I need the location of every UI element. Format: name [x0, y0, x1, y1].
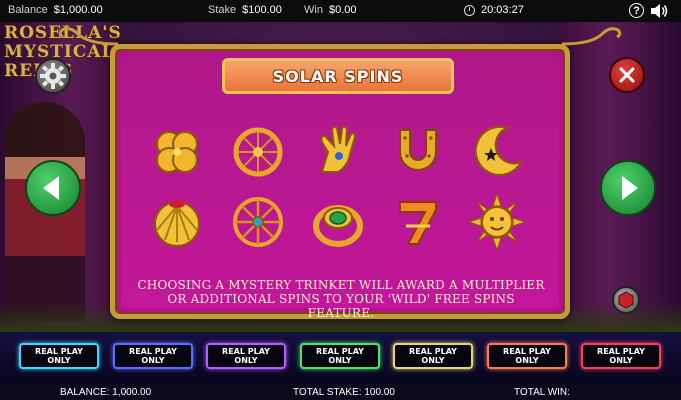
footer-win-label: TOTAL WIN: — [514, 387, 570, 398]
gear-icon — [40, 63, 66, 89]
real-play-line-2: ONLY — [141, 356, 165, 365]
panel-title: SOLAR SPINS — [272, 66, 404, 86]
seashell-icon[interactable] — [147, 192, 207, 252]
real-play-line-1: REAL PLAY — [129, 347, 177, 356]
arrow-left-icon — [43, 176, 59, 200]
real-play-line-1: REAL PLAY — [35, 347, 83, 356]
real-play-line-1: REAL PLAY — [316, 347, 364, 356]
balance-label: Balance — [8, 4, 48, 16]
footer-balance-label: BALANCE: — [60, 387, 110, 398]
footer-bar: BALANCE: 1,000.00 TOTAL STAKE: 100.00 TO… — [0, 384, 681, 400]
real-play-line-2: ONLY — [47, 356, 71, 365]
dreamcatcher-icon[interactable] — [228, 122, 288, 182]
clock-time: 20:03:27 — [481, 4, 524, 16]
real-play-button[interactable]: REAL PLAY ONLY — [300, 343, 380, 369]
real-play-button[interactable]: REAL PLAY ONLY — [487, 343, 567, 369]
next-page-button[interactable] — [600, 160, 656, 216]
close-icon — [619, 67, 635, 83]
clock-display: 20:03:27 — [464, 4, 524, 16]
real-play-line-2: ONLY — [234, 356, 258, 365]
footer-balance-value: 1,000.00 — [112, 387, 152, 398]
real-play-bar: REAL PLAY ONLY REAL PLAY ONLY REAL PLAY ONL… — [0, 332, 681, 384]
footer-stake-label: TOTAL STAKE: — [293, 387, 362, 398]
help-icon[interactable]: ? — [629, 3, 644, 18]
balance-display: Balance $1,000.00 — [8, 4, 103, 16]
real-play-line-1: REAL PLAY — [409, 347, 457, 356]
frame-ornament-right — [562, 27, 622, 46]
real-play-line-2: ONLY — [421, 356, 445, 365]
four-leaf-clover-icon[interactable] — [147, 122, 207, 182]
emerald-ring-icon[interactable] — [308, 192, 368, 252]
sound-icon[interactable] — [650, 3, 668, 19]
clock-icon — [464, 4, 475, 16]
real-play-line-1: REAL PLAY — [597, 347, 645, 356]
stake-label: Stake — [208, 4, 237, 16]
balance-value: $1,000.00 — [53, 4, 103, 16]
real-play-line-1: REAL PLAY — [503, 347, 551, 356]
footer-win: TOTAL WIN: — [514, 387, 570, 398]
real-play-line-2: ONLY — [609, 356, 633, 365]
win-label: Win — [304, 4, 323, 16]
real-play-line-1: REAL PLAY — [222, 347, 270, 356]
gem-button[interactable] — [612, 286, 640, 314]
stake-display: Stake $100.00 — [208, 4, 282, 16]
real-play-button[interactable]: REAL PLAY ONLY — [393, 343, 473, 369]
sun-face-icon[interactable] — [467, 192, 527, 252]
footer-stake: TOTAL STAKE: 100.00 — [293, 387, 395, 398]
real-play-line-2: ONLY — [515, 356, 539, 365]
settings-button[interactable] — [35, 58, 71, 94]
real-play-line-2: ONLY — [328, 356, 352, 365]
arrow-right-icon — [622, 176, 638, 200]
palm-hand-icon[interactable] — [308, 122, 368, 182]
real-play-button[interactable]: REAL PLAY ONLY — [19, 343, 99, 369]
win-value: $0.00 — [328, 4, 357, 16]
panel-description: CHOOSING A MYSTERY TRINKET WILL AWARD A … — [137, 278, 545, 320]
horseshoe-icon[interactable] — [388, 122, 448, 182]
gem-icon — [618, 291, 634, 309]
footer-stake-value: 100.00 — [364, 387, 395, 398]
real-play-button[interactable]: REAL PLAY ONLY — [581, 343, 661, 369]
close-button[interactable] — [609, 57, 645, 93]
footer-balance: BALANCE: 1,000.00 — [60, 387, 151, 398]
number-seven-icon[interactable] — [388, 192, 448, 252]
crescent-moon-icon[interactable] — [467, 122, 527, 182]
stake-value: $100.00 — [242, 4, 282, 16]
real-play-button[interactable]: REAL PLAY ONLY — [206, 343, 286, 369]
frame-ornament-left — [58, 27, 118, 46]
previous-page-button[interactable] — [25, 160, 81, 216]
win-display: Win $0.00 — [304, 4, 356, 16]
title-banner: SOLAR SPINS — [222, 58, 454, 94]
wheel-icon[interactable] — [228, 192, 288, 252]
real-play-button[interactable]: REAL PLAY ONLY — [113, 343, 193, 369]
top-status-bar: Balance $1,000.00 Stake $100.00 Win $0.0… — [0, 0, 681, 22]
